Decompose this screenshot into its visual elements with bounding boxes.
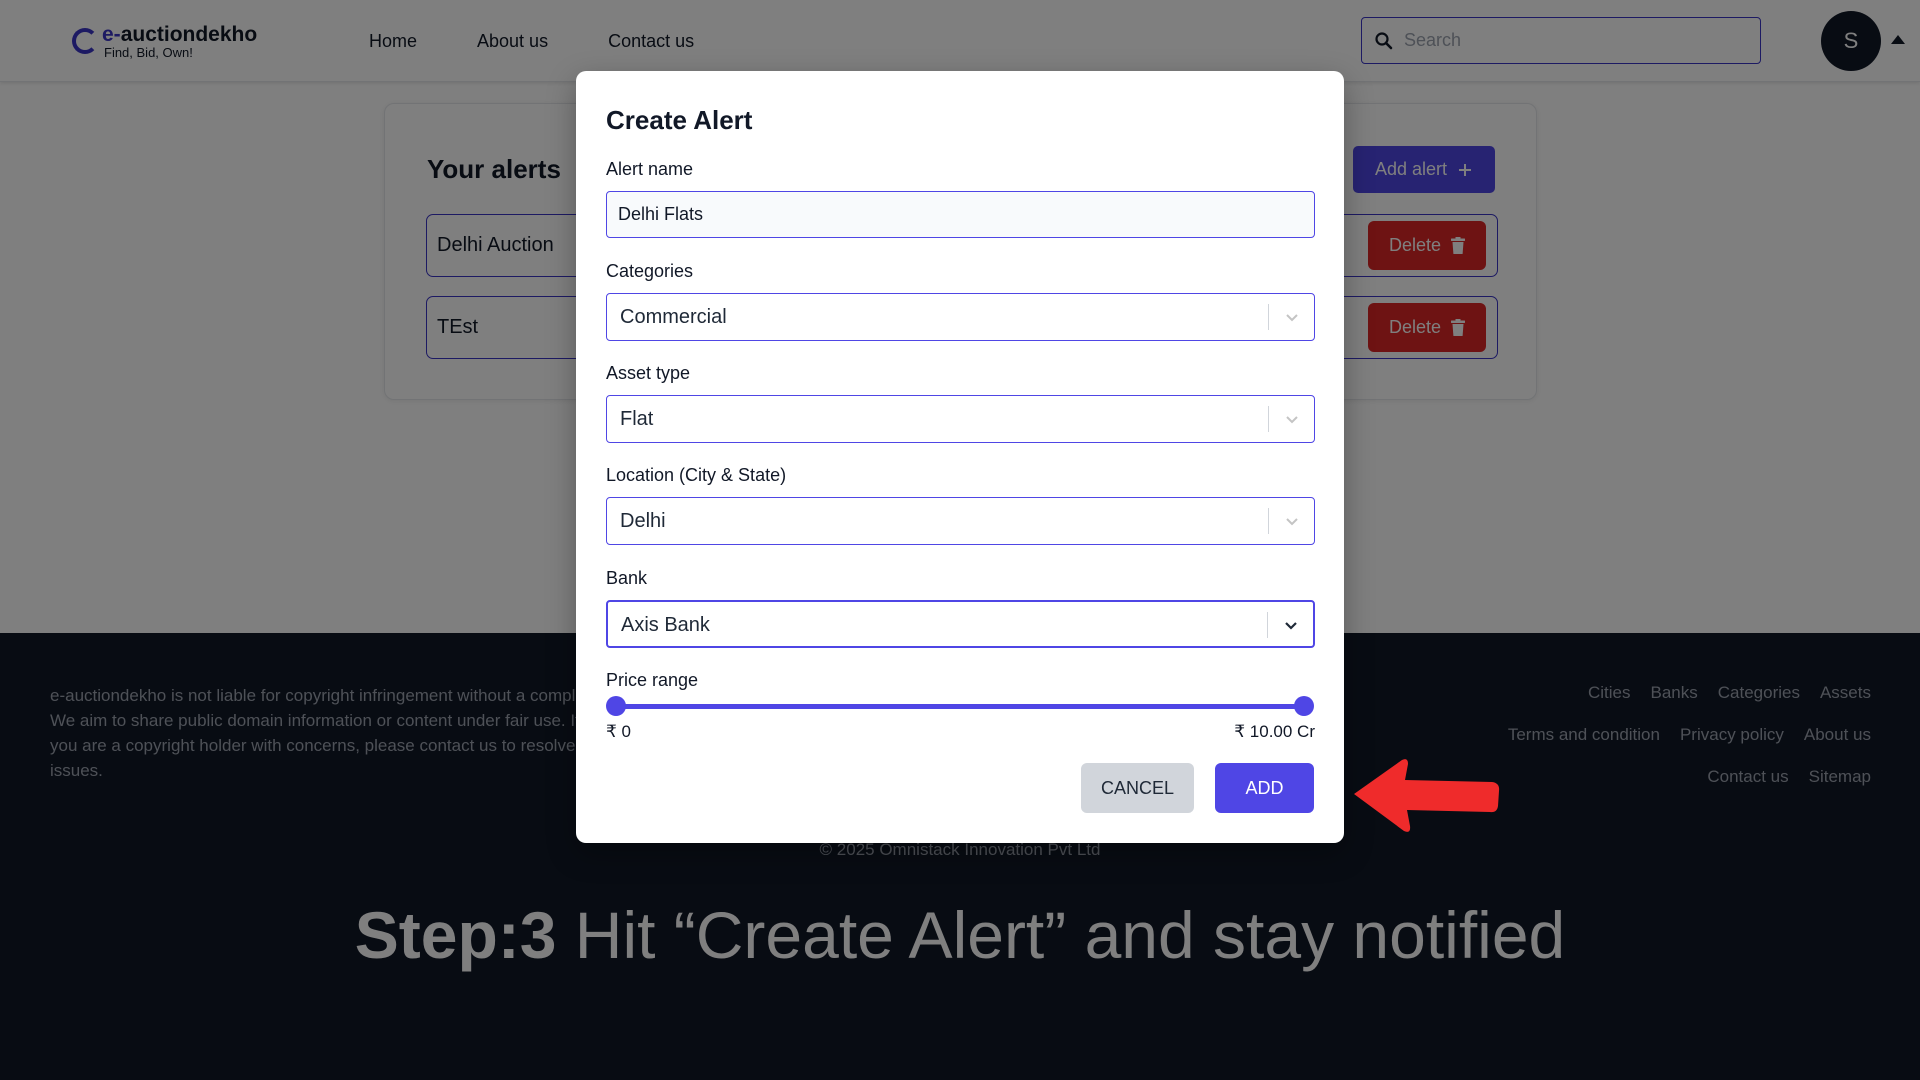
- chevron-down-icon: [1286, 416, 1298, 424]
- categories-value: Commercial: [620, 306, 727, 328]
- pointer-arrow-icon: [1354, 759, 1500, 832]
- asset-type-label: Asset type: [606, 363, 691, 383]
- chevron-down-icon: [1286, 518, 1298, 526]
- cancel-button[interactable]: CANCEL: [1081, 763, 1194, 813]
- asset-type-value: Flat: [620, 408, 654, 430]
- location-label: Location (City & State): [606, 465, 787, 485]
- price-max-handle[interactable]: [1294, 696, 1314, 716]
- location-select[interactable]: Delhi: [606, 497, 1315, 545]
- categories-label: Categories: [606, 261, 694, 281]
- bank-value: Axis Bank: [621, 614, 710, 636]
- alert-name-label: Alert name: [606, 159, 694, 179]
- bank-label: Bank: [606, 568, 648, 588]
- price-min-value: ₹ 0: [606, 722, 631, 741]
- categories-select[interactable]: Commercial: [606, 293, 1315, 341]
- alert-name-input[interactable]: [606, 191, 1315, 238]
- chevron-down-icon: [1285, 622, 1297, 630]
- chevron-down-icon: [1286, 314, 1298, 322]
- create-alert-modal: Create Alert Alert name Categories Comme…: [576, 71, 1344, 843]
- modal-title: Create Alert: [606, 105, 753, 135]
- price-range-track[interactable]: [616, 704, 1304, 709]
- asset-type-select[interactable]: Flat: [606, 395, 1315, 443]
- bank-select[interactable]: Axis Bank: [606, 600, 1315, 648]
- add-button[interactable]: ADD: [1215, 763, 1314, 813]
- price-min-handle[interactable]: [606, 696, 626, 716]
- location-value: Delhi: [620, 510, 666, 532]
- price-max-value: ₹ 10.00 Cr: [1234, 722, 1315, 741]
- price-range-label: Price range: [606, 670, 699, 690]
